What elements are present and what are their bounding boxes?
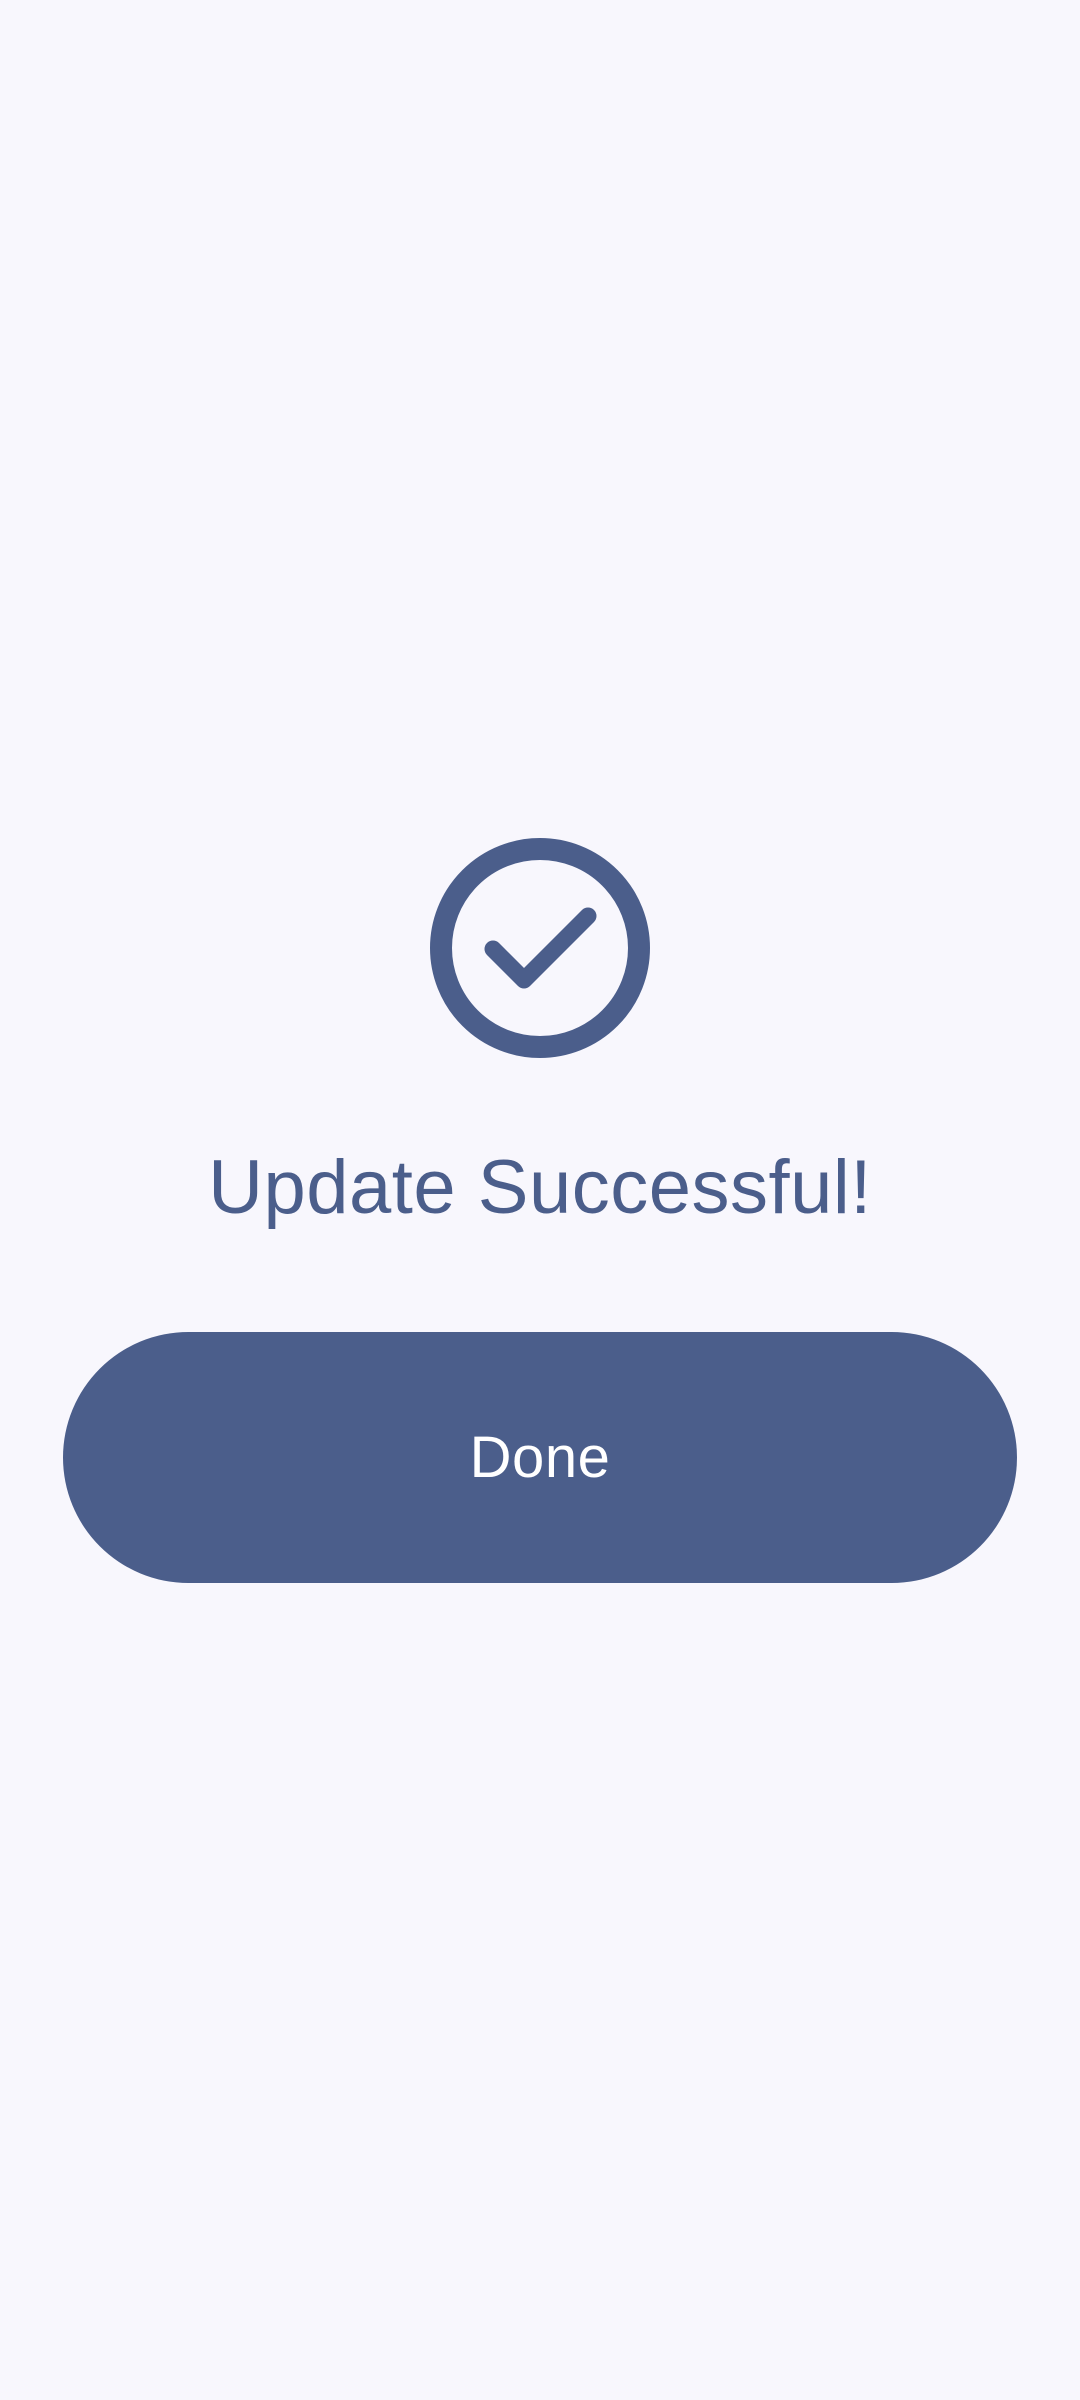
done-button[interactable]: Done xyxy=(63,1332,1017,1583)
check-circle-icon xyxy=(430,838,650,1058)
success-message: Update Successful! xyxy=(208,1145,872,1230)
